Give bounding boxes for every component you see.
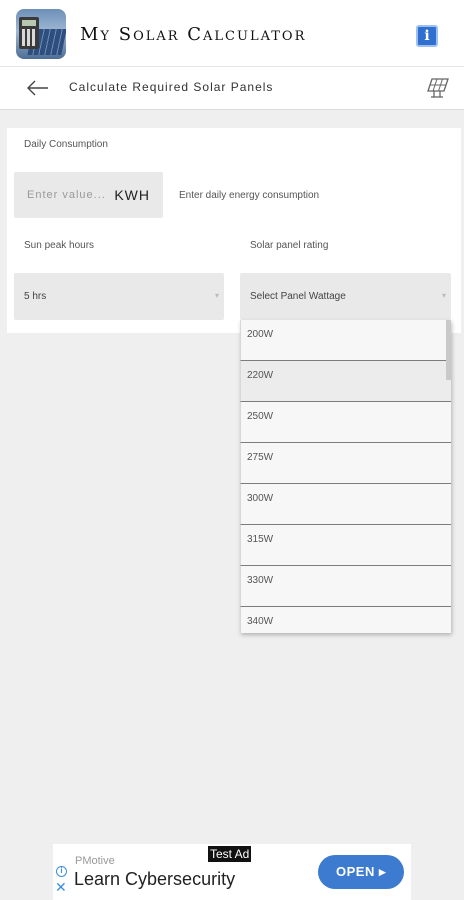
- ad-headline[interactable]: Learn Cybersecurity: [74, 869, 235, 890]
- info-icon[interactable]: i: [416, 25, 438, 47]
- panel-wattage-value: Select Panel Wattage: [250, 291, 346, 302]
- daily-consumption-input[interactable]: [14, 172, 114, 218]
- test-ad-badge: Test Ad: [208, 846, 252, 862]
- app-bar: My Solar Calculator i: [0, 0, 464, 66]
- dropdown-option[interactable]: 330W: [240, 566, 451, 607]
- dropdown-option[interactable]: 275W: [240, 443, 451, 484]
- daily-consumption-hint: Enter daily energy consumption: [179, 190, 320, 201]
- info-glyph: i: [424, 28, 430, 44]
- sun-peak-hours-label: Sun peak hours: [24, 240, 95, 251]
- panel-wattage-select[interactable]: Select Panel Wattage ▾: [240, 273, 451, 320]
- unit-label: KWH: [114, 187, 150, 203]
- ad-open-button[interactable]: OPEN ▸: [318, 855, 404, 889]
- daily-consumption-field[interactable]: KWH: [14, 172, 163, 218]
- solar-calculator-logo-icon: [16, 9, 66, 59]
- ad-close-icon[interactable]: ✕: [55, 880, 67, 894]
- app-title: My Solar Calculator: [80, 24, 307, 45]
- dropdown-option[interactable]: 315W: [240, 525, 451, 566]
- dropdown-option[interactable]: 200W: [240, 320, 451, 361]
- dropdown-option[interactable]: 250W: [240, 402, 451, 443]
- sun-peak-hours-select[interactable]: 5 hrs ▾: [14, 273, 224, 320]
- dropdown-option[interactable]: 220W: [240, 361, 451, 402]
- ad-advertiser: PMotive: [75, 855, 115, 867]
- chevron-down-icon: ▾: [441, 291, 446, 300]
- chevron-down-icon: ▾: [214, 291, 219, 300]
- panel-rating-label: Solar panel rating: [250, 240, 329, 251]
- solar-panel-icon[interactable]: [426, 77, 450, 99]
- sun-peak-hours-value: 5 hrs: [24, 291, 47, 302]
- dropdown-option[interactable]: 340W: [240, 607, 451, 633]
- page-title: Calculate Required Solar Panels: [69, 80, 274, 94]
- daily-consumption-label: Daily Consumption: [24, 139, 108, 150]
- panel-wattage-dropdown[interactable]: 200W 220W 250W 275W 300W 315W 330W 340W: [240, 320, 451, 633]
- ad-info-icon[interactable]: i: [56, 866, 67, 877]
- page-header: Calculate Required Solar Panels: [0, 66, 464, 110]
- dropdown-option[interactable]: 300W: [240, 484, 451, 525]
- back-arrow-icon[interactable]: [22, 76, 52, 100]
- dropdown-scrollbar[interactable]: [446, 320, 451, 380]
